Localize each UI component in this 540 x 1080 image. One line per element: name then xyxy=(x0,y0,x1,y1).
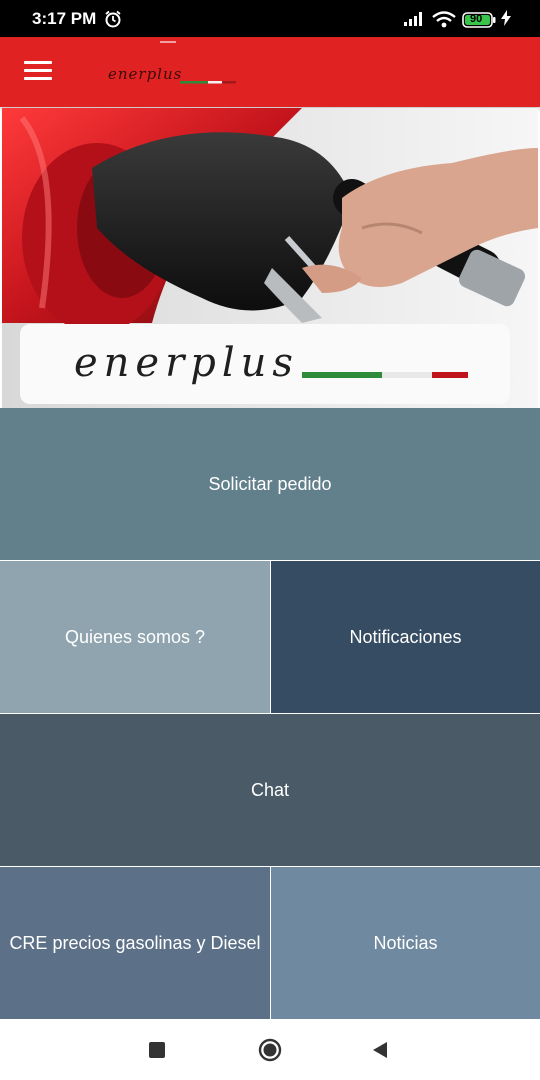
solicitar-pedido-tile[interactable]: Solicitar pedido xyxy=(0,408,540,560)
battery-level: 90 xyxy=(470,13,483,25)
app-logo-text: enerplus xyxy=(108,65,182,83)
cre-precios-tile[interactable]: CRE precios gasolinas y Diesel xyxy=(0,867,270,1019)
cre-precios-label: CRE precios gasolinas y Diesel xyxy=(9,932,261,953)
status-bar: 3:17 PM 90 xyxy=(0,0,540,37)
notificaciones-tile[interactable]: Notificaciones xyxy=(271,561,540,713)
solicitar-pedido-label: Solicitar pedido xyxy=(208,473,332,494)
notificaciones-label: Notificaciones xyxy=(349,626,462,647)
recent-apps-icon[interactable] xyxy=(149,1042,165,1058)
home-icon[interactable] xyxy=(258,1038,282,1062)
hero-logo-text: enerplus xyxy=(74,340,299,386)
noticias-tile[interactable]: Noticias xyxy=(271,867,540,1019)
chat-label: Chat xyxy=(250,779,290,800)
hero-banner: enerplus xyxy=(2,108,538,408)
back-icon[interactable] xyxy=(371,1041,389,1059)
fuel-pump-image: enerplus xyxy=(2,108,538,408)
status-time: 3:17 PM xyxy=(32,9,97,28)
chat-tile[interactable]: Chat xyxy=(0,714,540,866)
quienes-somos-label: Quienes somos ? xyxy=(64,626,206,647)
hamburger-menu-icon[interactable] xyxy=(24,61,52,83)
noticias-label: Noticias xyxy=(373,932,438,953)
app-bar: enerplus xyxy=(0,37,540,107)
charging-icon xyxy=(501,10,511,26)
alarm-icon xyxy=(105,10,121,28)
quienes-somos-tile[interactable]: Quienes somos ? xyxy=(0,561,270,713)
app-logo: enerplus xyxy=(108,65,236,84)
wifi-icon xyxy=(432,11,456,28)
drag-handle xyxy=(160,41,176,43)
signal-icon xyxy=(404,12,422,26)
